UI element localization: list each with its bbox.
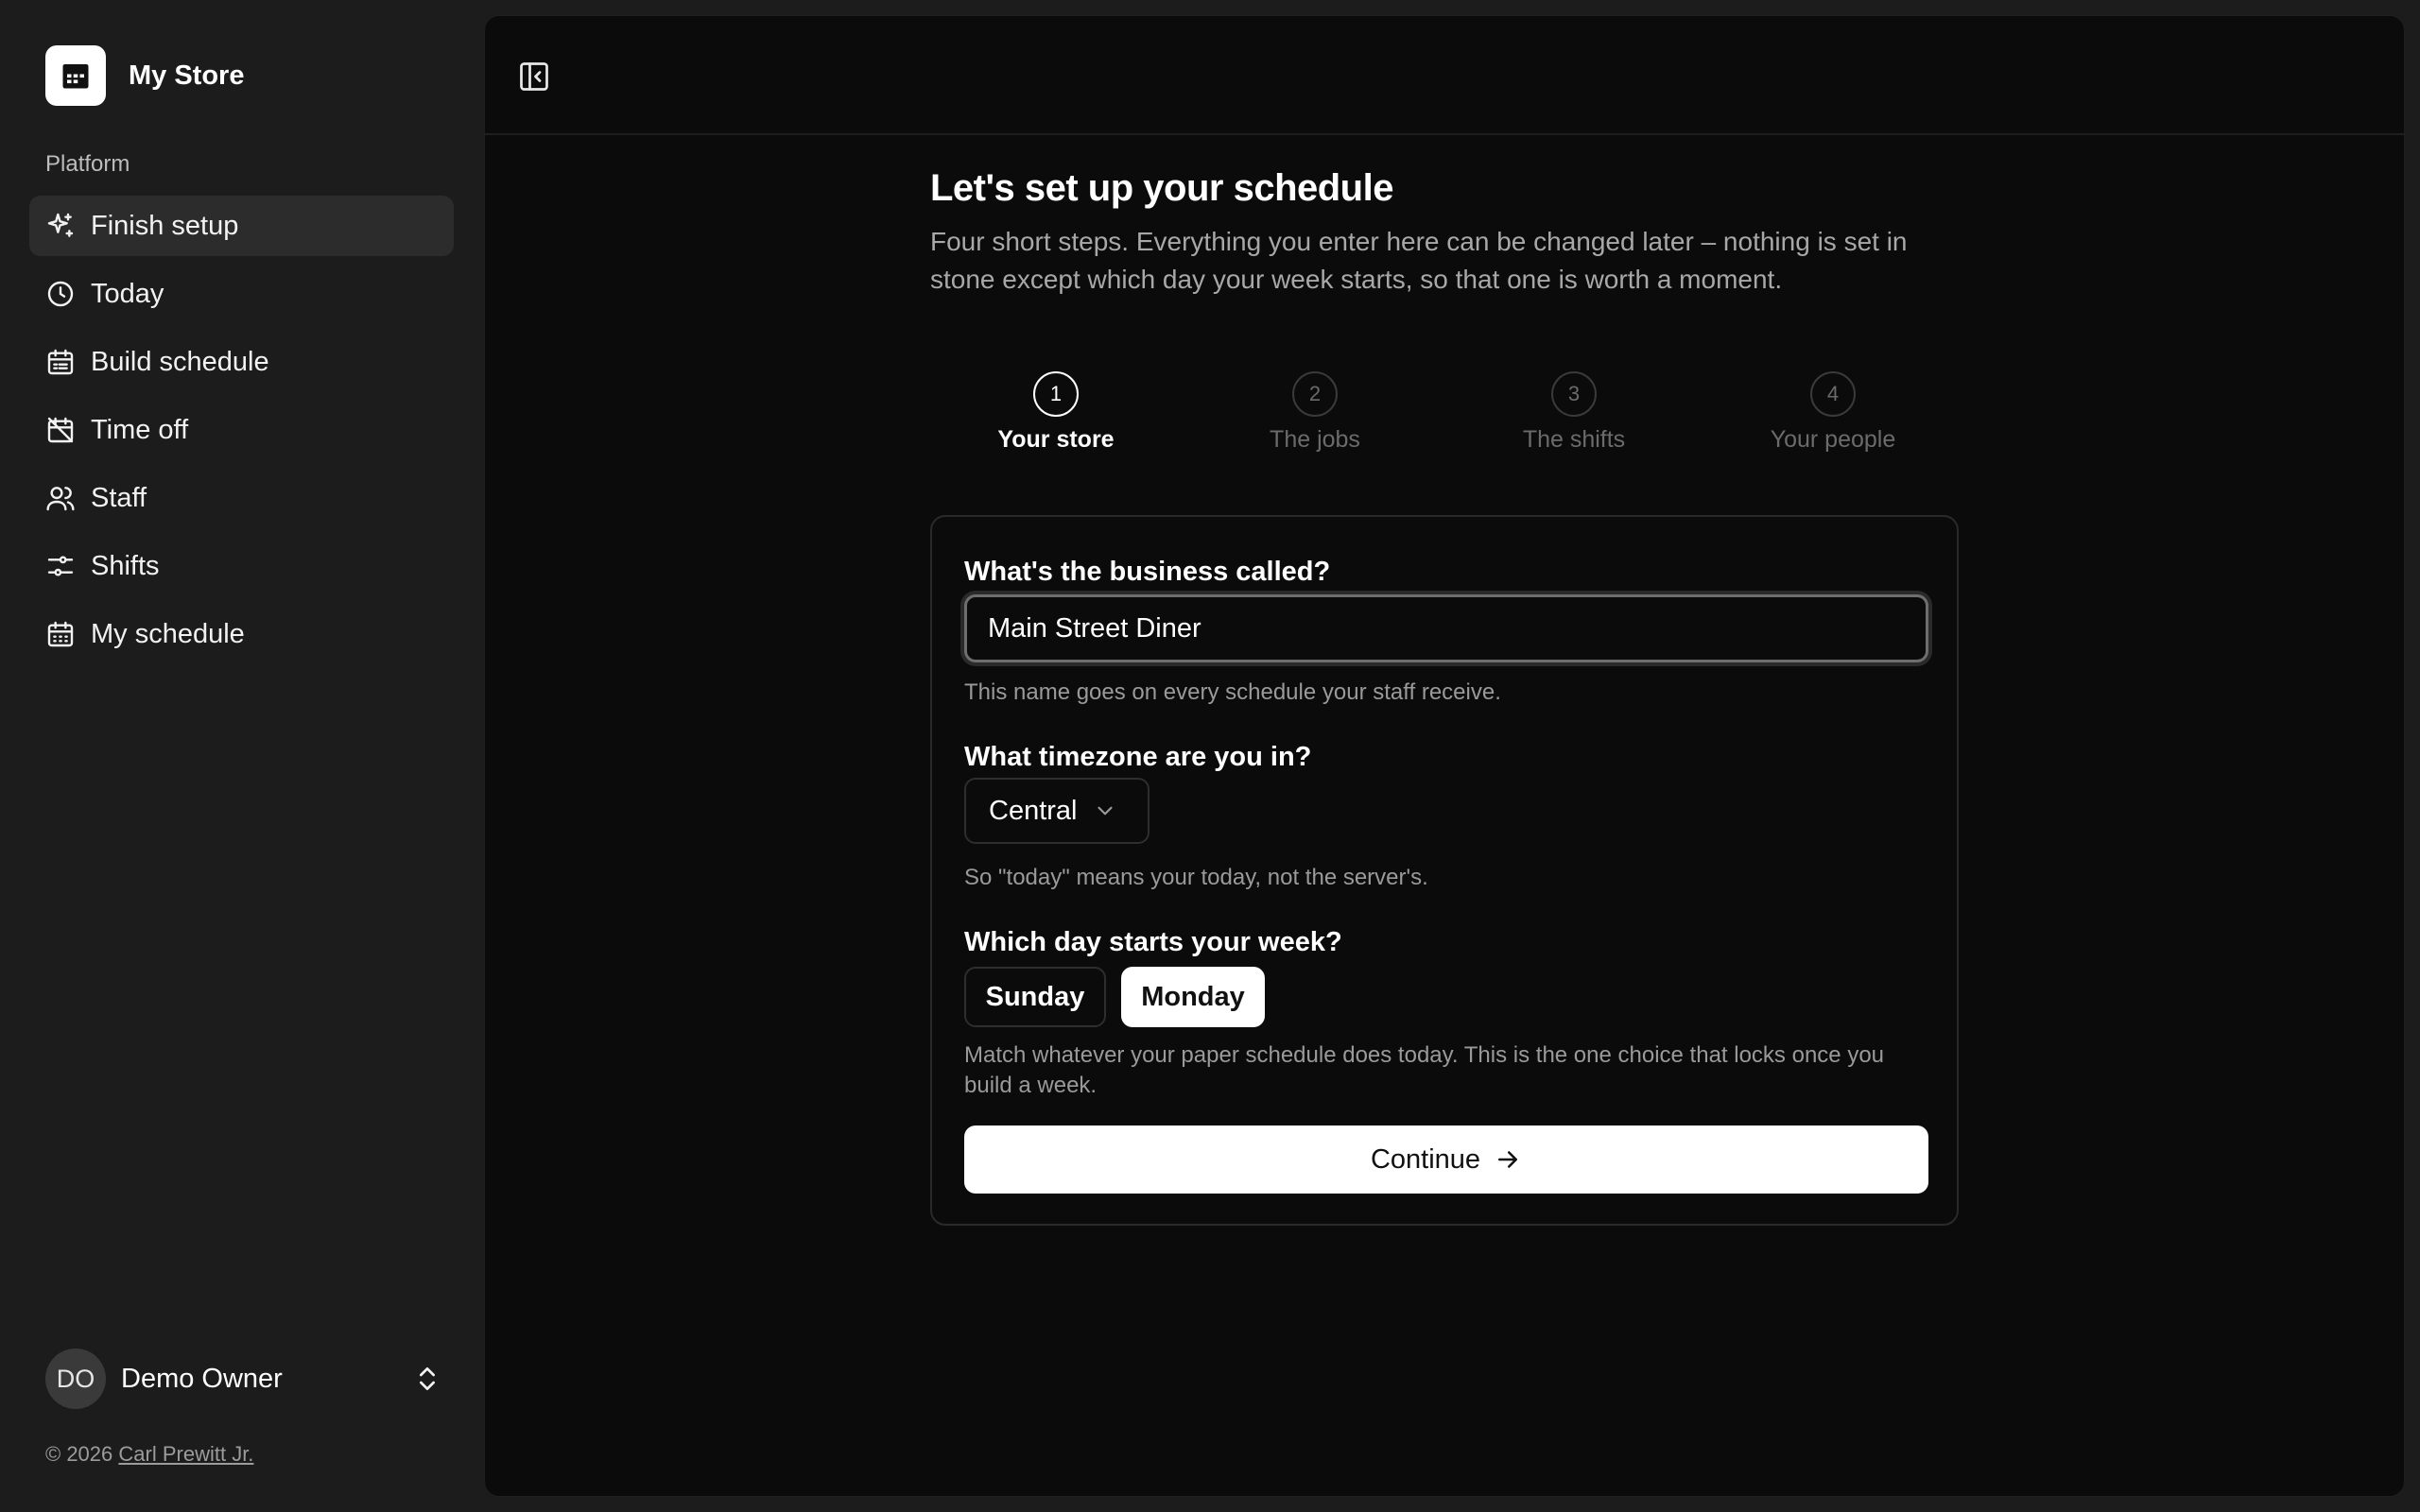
step-label: Your store: [997, 426, 1115, 453]
week-start-hint: Match whatever your paper schedule does …: [964, 1042, 1885, 1098]
chevron-up-down-icon: [420, 1367, 435, 1390]
step-number: 1: [1033, 371, 1079, 417]
timezone-value: Central: [989, 795, 1078, 826]
users-icon: [45, 483, 76, 513]
sidebar-item-my-schedule[interactable]: My schedule: [29, 604, 454, 664]
timezone-select[interactable]: Central: [964, 778, 1150, 844]
step-label: Your people: [1770, 426, 1896, 453]
sidebar-item-label: Build schedule: [91, 346, 269, 377]
business-name-input[interactable]: [964, 594, 1928, 662]
app-window: My Store Platform Finish setup Today Bui…: [0, 0, 2420, 1512]
copyright-text: © 2026: [45, 1442, 113, 1466]
store-calendar-icon: [45, 45, 106, 106]
avatar: DO: [45, 1349, 106, 1409]
user-name: Demo Owner: [121, 1363, 283, 1394]
main-panel: Let's set up your schedule Four short st…: [484, 15, 2405, 1497]
sidebar-item-shifts[interactable]: Shifts: [29, 536, 454, 596]
sidebar-item-today[interactable]: Today: [29, 264, 454, 324]
step-your-store[interactable]: 1 Your store: [961, 371, 1150, 454]
sidebar-toggle-button[interactable]: [517, 60, 551, 94]
week-start-label: Which day starts your week?: [964, 927, 1342, 957]
sidebar-item-label: Shifts: [91, 550, 160, 581]
user-menu[interactable]: DO Demo Owner: [45, 1349, 442, 1409]
sidebar-nav: Finish setup Today Build schedule Time o…: [29, 196, 454, 672]
author-link[interactable]: Carl Prewitt Jr.: [118, 1442, 253, 1466]
section-label: Platform: [45, 151, 130, 177]
store-form-card: What's the business called? This name go…: [930, 515, 1959, 1226]
step-the-shifts[interactable]: 3 The shifts: [1479, 371, 1668, 454]
step-the-jobs[interactable]: 2 The jobs: [1220, 371, 1409, 454]
week-start-monday-button[interactable]: Monday: [1121, 967, 1265, 1027]
step-label: The shifts: [1522, 426, 1626, 453]
step-your-people[interactable]: 4 Your people: [1738, 371, 1927, 454]
brand-name: My Store: [129, 60, 245, 91]
step-number: 4: [1810, 371, 1856, 417]
continue-button[interactable]: Continue: [964, 1125, 1928, 1194]
page-title: Let's set up your schedule: [930, 167, 1393, 209]
sidebar: My Store Platform Finish setup Today Bui…: [0, 0, 484, 1512]
sidebar-item-label: My schedule: [91, 618, 245, 649]
sidebar-item-label: Finish setup: [91, 210, 239, 241]
arrow-right-icon: [1498, 1151, 1518, 1168]
week-start-sunday-button[interactable]: Sunday: [964, 967, 1106, 1027]
setup-content: Let's set up your schedule Four short st…: [930, 167, 1959, 1226]
sidebar-item-build-schedule[interactable]: Build schedule: [29, 332, 454, 392]
timezone-label: What timezone are you in?: [964, 742, 1312, 772]
chevron-down-icon: [1097, 806, 1113, 816]
stepper: 1 Your store 2 The jobs 3 The shifts 4 Y…: [930, 371, 1959, 466]
step-number: 2: [1292, 371, 1338, 417]
timezone-hint: So "today" means your today, not the ser…: [964, 865, 1428, 890]
step-number: 3: [1551, 371, 1597, 417]
clock-icon: [45, 279, 76, 309]
continue-label: Continue: [1370, 1143, 1481, 1175]
sidebar-item-time-off[interactable]: Time off: [29, 400, 454, 460]
calendar-list-icon: [45, 347, 76, 377]
sliders-icon: [45, 551, 76, 581]
sidebar-item-staff[interactable]: Staff: [29, 468, 454, 528]
sparkles-icon: [45, 211, 76, 241]
sidebar-item-label: Staff: [91, 482, 147, 513]
business-name-hint: This name goes on every schedule your st…: [964, 679, 1501, 705]
sidebar-item-label: Time off: [91, 414, 189, 445]
step-label: The jobs: [1270, 426, 1360, 453]
brand[interactable]: My Store: [45, 45, 244, 106]
sidebar-item-label: Today: [91, 278, 164, 309]
sidebar-toggle-icon: [520, 62, 548, 91]
copyright: © 2026 Carl Prewitt Jr.: [45, 1442, 253, 1467]
calendar-grid-icon: [45, 619, 76, 649]
topbar: [485, 16, 2404, 135]
sidebar-item-finish-setup[interactable]: Finish setup: [29, 196, 454, 256]
calendar-off-icon: [45, 415, 76, 445]
page-subtitle: Four short steps. Everything you enter h…: [930, 227, 1908, 294]
business-name-label: What's the business called?: [964, 557, 1331, 587]
